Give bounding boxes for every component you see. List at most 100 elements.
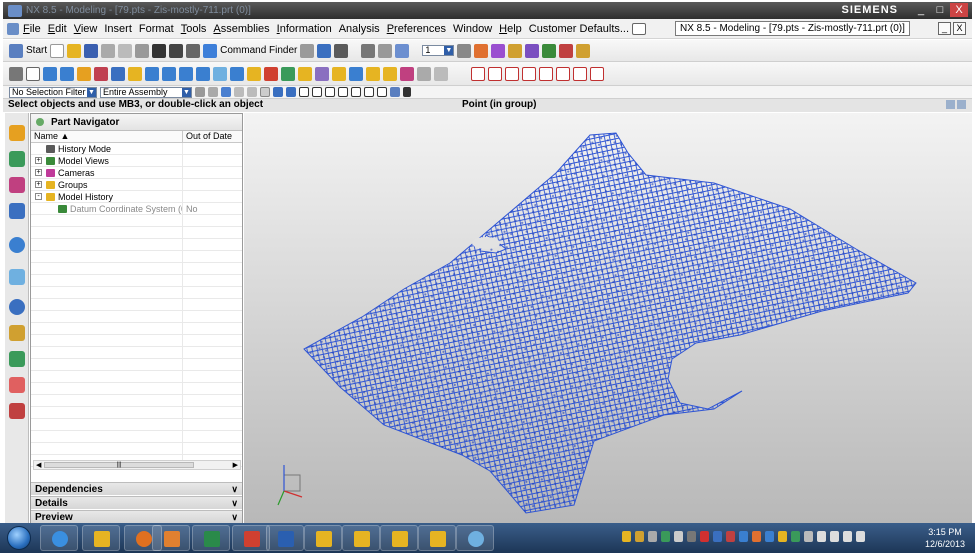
tray-icon-6[interactable]	[687, 531, 696, 542]
offset-face-icon[interactable]	[264, 66, 278, 81]
menu-help[interactable]: Help	[499, 23, 522, 35]
navigator-row[interactable]: + Cameras	[31, 167, 242, 179]
process-studio-icon[interactable]	[9, 299, 25, 315]
taskbar-nx-3[interactable]	[380, 525, 418, 551]
general-selection-icon[interactable]	[195, 87, 205, 97]
snap-endpoint-icon[interactable]	[273, 87, 283, 97]
tray-icon-10[interactable]	[739, 531, 748, 542]
trim-body-icon[interactable]	[196, 66, 210, 81]
full-screen-icon[interactable]	[957, 100, 966, 109]
filter-settings-icon[interactable]	[208, 87, 218, 97]
taskbar-app[interactable]	[456, 525, 494, 551]
navigator-row[interactable]: Datum Coordinate System (0) No	[31, 203, 242, 215]
extension-icon[interactable]	[434, 66, 448, 81]
maximize-graphics-icon[interactable]	[946, 100, 955, 109]
sew-icon[interactable]	[281, 66, 295, 81]
snap-point-icon[interactable]	[312, 87, 322, 97]
tray-icon-5[interactable]	[674, 531, 683, 542]
block-icon[interactable]	[111, 66, 125, 81]
info-icon[interactable]	[334, 43, 349, 58]
edge-blend-icon[interactable]	[128, 66, 142, 81]
chamfer-icon[interactable]	[145, 66, 159, 81]
roles-icon[interactable]	[9, 351, 25, 367]
reuse-library-icon[interactable]	[9, 203, 25, 219]
sketch-icon[interactable]	[9, 66, 23, 81]
minimize-button[interactable]: _	[912, 3, 930, 17]
window-list-icon[interactable]	[632, 22, 647, 35]
curve-icon[interactable]	[559, 43, 574, 58]
start-button[interactable]: Start	[26, 45, 47, 56]
clock[interactable]: 3:15 PM 12/6/2013	[925, 526, 965, 550]
fill-surface-icon[interactable]	[400, 66, 414, 81]
selection-filter-select[interactable]: No Selection Filter ▼	[9, 86, 97, 98]
intersection-curve-icon[interactable]	[590, 66, 604, 81]
arc-icon[interactable]	[488, 66, 502, 81]
tray-icon-7[interactable]	[700, 531, 709, 542]
command-finder-button[interactable]: Command Finder	[220, 45, 297, 56]
ruled-icon[interactable]	[332, 66, 346, 81]
through-curves-icon[interactable]	[298, 66, 312, 81]
column-out-of-date[interactable]: Out of Date	[183, 131, 232, 142]
open-folder-icon[interactable]	[67, 43, 82, 58]
mdi-close-button[interactable]: X	[953, 22, 966, 35]
navigator-row[interactable]: History Mode	[31, 143, 242, 155]
taskbar-powerpoint[interactable]	[232, 525, 270, 551]
web-browser-icon[interactable]	[9, 237, 25, 253]
power-icon[interactable]	[856, 531, 865, 542]
unite-icon[interactable]	[94, 66, 108, 81]
redo-icon[interactable]	[186, 43, 201, 58]
undo-icon[interactable]	[169, 43, 184, 58]
snap-circle-icon[interactable]	[338, 87, 348, 97]
quick-pick-icon[interactable]	[390, 87, 400, 97]
snap-intersect-icon[interactable]	[364, 87, 374, 97]
bounded-plane-icon[interactable]	[383, 66, 397, 81]
surface-icon[interactable]	[525, 43, 540, 58]
navigator-row[interactable]: + Model Views	[31, 155, 242, 167]
snap-arc-center-icon[interactable]	[325, 87, 335, 97]
assembly-navigator-icon[interactable]	[9, 125, 25, 141]
tray-icon-3[interactable]	[648, 531, 657, 542]
delete-icon[interactable]	[152, 43, 167, 58]
tray-icon-1[interactable]	[622, 531, 631, 542]
taskbar-explorer[interactable]	[82, 525, 120, 551]
offset-curve-icon[interactable]	[556, 66, 570, 81]
snap-grid-icon[interactable]	[299, 87, 309, 97]
feature-icon[interactable]	[508, 43, 523, 58]
panel-dependencies[interactable]: Dependencies ∨	[31, 482, 242, 495]
tray-icon-11[interactable]	[752, 531, 761, 542]
cube-view-icon[interactable]	[395, 43, 410, 58]
palette-icon[interactable]	[9, 403, 25, 419]
menu-edit[interactable]: Edit	[48, 23, 67, 35]
polygon-icon[interactable]	[539, 66, 553, 81]
box-select-icon[interactable]	[260, 87, 270, 97]
menu-insert[interactable]: Insert	[104, 23, 132, 35]
part-navigator-icon[interactable]	[9, 177, 25, 193]
taskbar-ie[interactable]	[40, 525, 78, 551]
mirror-icon[interactable]	[213, 66, 227, 81]
revolve-icon[interactable]	[60, 66, 74, 81]
tray-icon-12[interactable]	[765, 531, 774, 542]
new-file-icon[interactable]	[50, 43, 65, 58]
maximize-button[interactable]: □	[931, 3, 949, 17]
paste-icon[interactable]	[135, 43, 150, 58]
shell-icon[interactable]	[162, 66, 176, 81]
touch-mode-icon[interactable]	[300, 43, 315, 58]
menu-view[interactable]: View	[74, 23, 98, 35]
graphics-window[interactable]	[244, 113, 972, 523]
taskbar-word[interactable]	[266, 525, 304, 551]
snap-control-icon[interactable]	[351, 87, 361, 97]
volume-icon[interactable]	[830, 531, 839, 542]
select-curves-icon[interactable]	[247, 87, 257, 97]
network-icon[interactable]	[817, 531, 826, 542]
hole-icon[interactable]	[77, 66, 91, 81]
menu-analysis[interactable]: Analysis	[339, 23, 380, 35]
select-edges-icon[interactable]	[234, 87, 244, 97]
constraint-navigator-icon[interactable]	[9, 151, 25, 167]
close-button[interactable]: X	[950, 3, 968, 17]
datum-plane-icon[interactable]	[26, 66, 40, 81]
scroll-left-icon[interactable]: ◀	[36, 461, 41, 469]
analysis-icon[interactable]	[542, 43, 557, 58]
selection-icon[interactable]	[317, 43, 332, 58]
snap-midpoint-icon[interactable]	[286, 87, 296, 97]
manufacturing-wizard-icon[interactable]	[9, 325, 25, 341]
